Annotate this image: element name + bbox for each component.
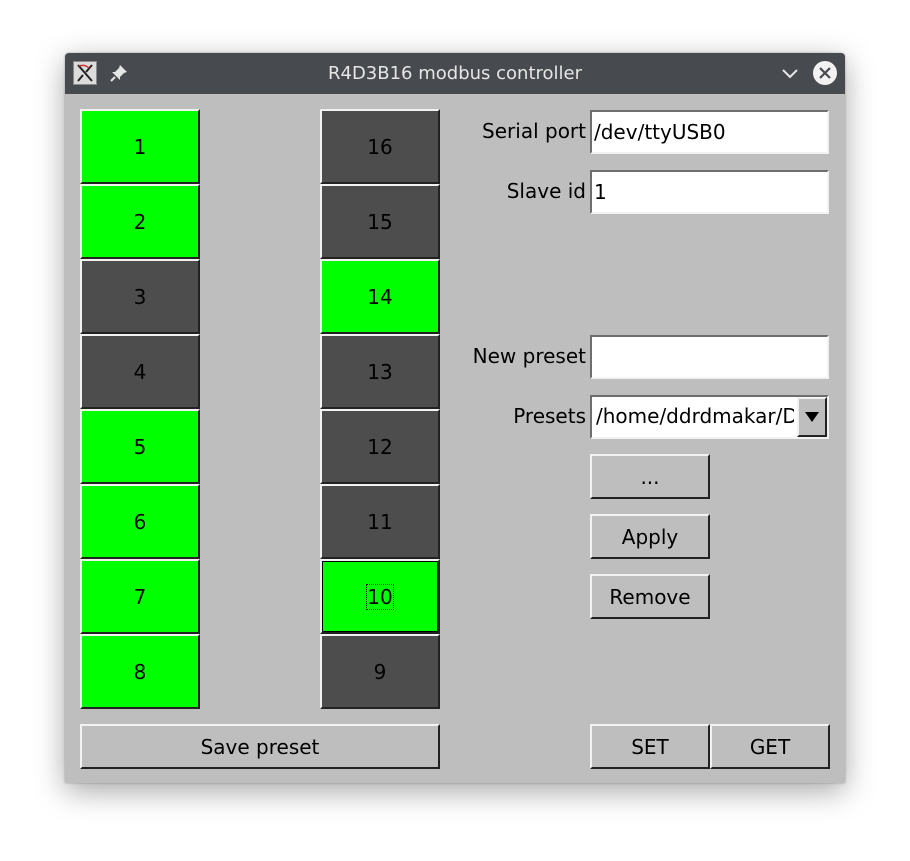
relay-label: 7 — [133, 584, 147, 609]
relay-label: 6 — [133, 509, 147, 534]
relay-label: 2 — [133, 209, 147, 234]
relay-label: 10 — [366, 583, 394, 610]
presets-select[interactable]: /home/ddrdmakar/Documents/presets — [590, 395, 829, 439]
set-button[interactable]: SET — [590, 724, 710, 769]
relay-label: 9 — [373, 659, 387, 684]
relay-label: 16 — [367, 134, 393, 159]
remove-button[interactable]: Remove — [590, 574, 710, 619]
apply-button[interactable]: Apply — [590, 514, 710, 559]
relay-button-16[interactable]: 16 — [320, 109, 440, 184]
relay-button-5[interactable]: 5 — [80, 409, 200, 484]
close-icon[interactable] — [812, 60, 838, 86]
dropdown-arrow-icon[interactable] — [797, 397, 827, 437]
relay-button-9[interactable]: 9 — [320, 634, 440, 709]
relay-label: 12 — [367, 434, 393, 459]
relay-label: 4 — [133, 359, 147, 384]
relay-label: 3 — [133, 284, 147, 309]
relay-button-3[interactable]: 3 — [80, 259, 200, 334]
slave-id-label: Slave id — [506, 179, 586, 203]
relay-button-13[interactable]: 13 — [320, 334, 440, 409]
relay-button-11[interactable]: 11 — [320, 484, 440, 559]
presets-label: Presets — [513, 404, 586, 428]
app-window: R4D3B16 modbus controller 1 2 3 4 5 6 7 … — [65, 53, 845, 783]
relay-label: 15 — [367, 209, 393, 234]
relay-label: 13 — [367, 359, 393, 384]
serial-port-input[interactable]: /dev/ttyUSB0 — [590, 110, 829, 154]
relay-button-8[interactable]: 8 — [80, 634, 200, 709]
chevron-down-icon[interactable] — [779, 65, 801, 83]
window-title: R4D3B16 modbus controller — [327, 63, 583, 84]
relay-label: 1 — [133, 134, 147, 159]
relay-button-10[interactable]: 10 — [320, 559, 440, 634]
titlebar: R4D3B16 modbus controller — [65, 53, 845, 94]
relay-button-12[interactable]: 12 — [320, 409, 440, 484]
relay-button-7[interactable]: 7 — [80, 559, 200, 634]
relay-button-1[interactable]: 1 — [80, 109, 200, 184]
relay-button-2[interactable]: 2 — [80, 184, 200, 259]
new-preset-input[interactable] — [590, 335, 829, 379]
browse-button[interactable]: ... — [590, 454, 710, 499]
relay-button-15[interactable]: 15 — [320, 184, 440, 259]
relay-label: 14 — [367, 284, 393, 309]
relay-button-6[interactable]: 6 — [80, 484, 200, 559]
new-preset-label: New preset — [472, 344, 586, 368]
serial-port-label: Serial port — [482, 119, 586, 143]
get-button[interactable]: GET — [710, 724, 830, 769]
save-preset-button[interactable]: Save preset — [80, 724, 440, 769]
relay-label: 11 — [367, 509, 393, 534]
relay-button-4[interactable]: 4 — [80, 334, 200, 409]
presets-selected-value: /home/ddrdmakar/Documents/presets — [596, 404, 794, 428]
relay-button-14[interactable]: 14 — [320, 259, 440, 334]
relay-label: 5 — [133, 434, 147, 459]
relay-label: 8 — [133, 659, 147, 684]
slave-id-input[interactable]: 1 — [590, 170, 829, 214]
main-panel: 1 2 3 4 5 6 7 8 16 15 14 13 12 11 10 9 S… — [65, 94, 845, 783]
